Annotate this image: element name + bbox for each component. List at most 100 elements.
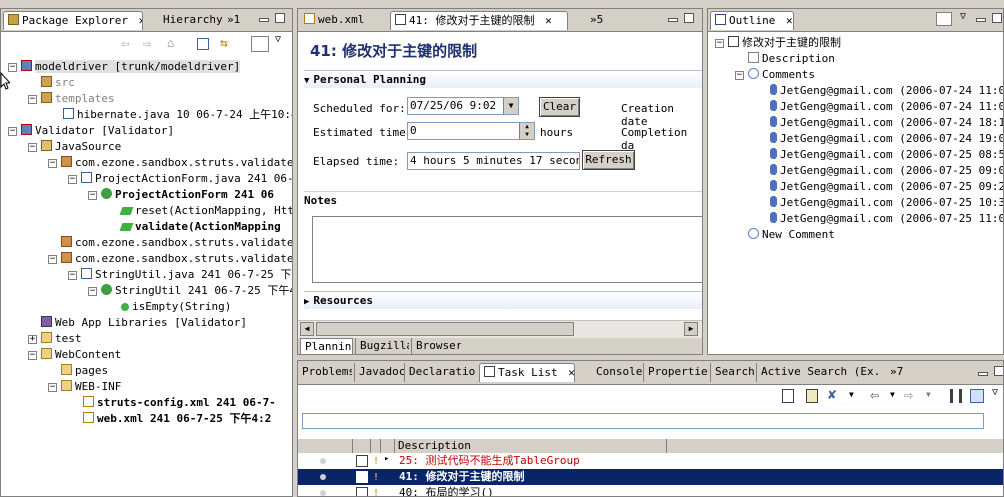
tree-item[interactable]: StringUtil 241 06-7-25 下午4 [101, 283, 292, 299]
comment-item[interactable]: JetGeng@gmail.com (2006-07-24 18:16) [770, 115, 1003, 131]
scroll-left-icon[interactable]: ◀ [300, 322, 314, 336]
tab-bugzilla[interactable]: Bugzilla [355, 338, 409, 354]
expand-toggle[interactable]: − [48, 159, 57, 168]
task-row[interactable]: ! ▸ 25: 测试代码不能生成TableGroup [298, 453, 1003, 469]
chevron-down-icon[interactable]: ▼ [503, 98, 518, 114]
tab-planning[interactable]: Planning [300, 338, 353, 354]
expand-toggle[interactable]: − [88, 287, 97, 296]
chevron-down-icon[interactable]: ▽ [960, 11, 966, 22]
view-menu-icon[interactable] [251, 36, 269, 52]
expand-toggle[interactable]: − [68, 175, 77, 184]
tab-problems[interactable]: Problems [298, 363, 352, 382]
task-row[interactable]: ! 40: 布局的学习() [298, 485, 1003, 496]
comment-item[interactable]: JetGeng@gmail.com (2006-07-25 11:05) [770, 211, 1003, 227]
minimize-icon[interactable] [978, 372, 988, 376]
tab-properties[interactable]: Properties [643, 363, 709, 382]
forward-arrow-icon[interactable]: ⇨ [143, 36, 151, 52]
outline-comments[interactable]: Comments [748, 67, 815, 83]
chevron-down-icon[interactable]: ▼ [849, 390, 854, 399]
tree-item[interactable]: WEB-INF [61, 379, 121, 395]
back-arrow-icon[interactable]: ⇦ [870, 386, 879, 404]
outline-description[interactable]: Description [748, 51, 835, 67]
tree-item[interactable]: ProjectActionForm 241 06 [101, 187, 274, 203]
spinner-icon[interactable]: ▲ ▼ [519, 123, 534, 139]
task-filter-input[interactable] [302, 413, 984, 429]
delete-icon[interactable]: ✘ [828, 387, 836, 403]
tree-item[interactable]: validate(ActionMapping [119, 219, 281, 235]
column-type[interactable] [352, 439, 371, 453]
outline-root[interactable]: 修改对于主键的限制 [728, 35, 841, 51]
tree-item[interactable]: com.ezone.sandbox.struts.validate [61, 155, 292, 171]
minimize-icon[interactable] [668, 18, 678, 22]
tree-item[interactable]: com.ezone.sandbox.struts.validate.a [61, 235, 292, 251]
maximize-icon[interactable] [684, 13, 694, 23]
tab-overflow[interactable]: »5 [586, 11, 608, 30]
outline-new-comment[interactable]: New Comment [748, 227, 835, 243]
horizontal-scrollbar[interactable]: ◀ ▶ [298, 320, 702, 338]
tab-javadoc[interactable]: Javadoc [354, 363, 404, 382]
scheduled-date-field[interactable]: 07/25/06 9:02 AM ▼ [407, 97, 519, 115]
expand-toggle[interactable]: + [28, 335, 37, 344]
expand-toggle[interactable]: − [8, 63, 17, 72]
forward-arrow-icon[interactable]: ⇨ [904, 386, 913, 404]
expand-toggle[interactable]: − [48, 383, 57, 392]
tree-item[interactable]: src [41, 75, 75, 91]
resources-header[interactable]: ▶ Resources [304, 291, 702, 309]
tree-item[interactable]: Validator [Validator] [21, 123, 174, 139]
maximize-icon[interactable] [275, 13, 285, 23]
scroll-thumb[interactable] [316, 322, 574, 336]
tree-item[interactable]: reset(ActionMapping, HttpS [119, 203, 292, 219]
close-icon[interactable]: ✕ [545, 14, 552, 27]
close-icon[interactable]: ✕ [786, 14, 793, 27]
column-description[interactable]: Description [398, 439, 667, 453]
tab-overflow[interactable]: »7 [886, 363, 910, 382]
expand-toggle[interactable]: − [735, 71, 744, 80]
expand-toggle[interactable]: − [68, 271, 77, 280]
tree-item[interactable]: web.xml 241 06-7-25 下午4:2 [83, 411, 271, 427]
tree-item[interactable]: pages [61, 363, 108, 379]
scroll-right-icon[interactable]: ▶ [684, 322, 698, 336]
tab-declaration[interactable]: Declaration [404, 363, 476, 382]
minimize-icon[interactable] [259, 18, 269, 22]
comment-item[interactable]: JetGeng@gmail.com (2006-07-25 09:02) [770, 163, 1003, 179]
tree-item[interactable]: StringUtil.java 241 06-7-25 下午 [81, 267, 292, 283]
tree-item[interactable]: struts-config.xml 241 06-7- [83, 395, 276, 411]
clear-button[interactable]: Clear [539, 97, 580, 117]
chevron-down-icon[interactable]: ▼ [926, 390, 931, 399]
comment-item[interactable]: JetGeng@gmail.com (2006-07-24 11:09) [770, 99, 1003, 115]
expand-toggle[interactable]: − [28, 351, 37, 360]
task-row-selected[interactable]: ! 41: 修改对于主键的限制 [298, 469, 1003, 485]
minimize-icon[interactable] [976, 18, 986, 22]
expand-toggle[interactable]: − [8, 127, 17, 136]
back-arrow-icon[interactable]: ⇦ [121, 36, 129, 52]
tab-task-list[interactable]: Task List ✕ [479, 363, 575, 382]
new-category-icon[interactable] [806, 389, 818, 403]
tab-search[interactable]: Search [710, 363, 756, 382]
estimated-time-field[interactable]: 0 ▲ ▼ [407, 122, 535, 140]
comment-item[interactable]: JetGeng@gmail.com (2006-07-24 19:05) [770, 131, 1003, 147]
expand-toggle[interactable]: − [48, 255, 57, 264]
comment-item[interactable]: JetGeng@gmail.com (2006-07-25 08:58) [770, 147, 1003, 163]
expand-toggle[interactable]: − [28, 143, 37, 152]
tree-item[interactable]: hibernate.java 10 06-7-24 上午10:4 [63, 107, 292, 123]
personal-planning-header[interactable]: ▼ Personal Planning [304, 70, 702, 88]
comment-item[interactable]: JetGeng@gmail.com (2006-07-25 09:20) [770, 179, 1003, 195]
tab-browser[interactable]: Browser [411, 338, 461, 354]
tab-web-xml[interactable]: web.xml [300, 11, 388, 30]
tree-item[interactable]: isEmpty(String) [121, 299, 231, 315]
chevron-down-icon[interactable]: ▼ [890, 390, 895, 399]
tab-console[interactable]: Console [592, 363, 642, 382]
maximize-icon[interactable] [994, 366, 1003, 376]
filter-icon[interactable] [970, 389, 984, 403]
columns-icon[interactable] [950, 389, 962, 403]
column-completed[interactable] [298, 439, 353, 453]
chevron-down-icon[interactable]: ▽ [992, 387, 998, 398]
refresh-button[interactable]: Refresh [582, 150, 635, 170]
tree-item[interactable]: ProjectActionForm.java 241 06-7 [81, 171, 292, 187]
tab-outline[interactable]: Outline ✕ [710, 11, 794, 30]
chevron-down-icon[interactable]: ▽ [275, 34, 281, 45]
tree-item[interactable]: test [41, 331, 82, 347]
notes-textarea[interactable] [312, 216, 702, 283]
tree-item[interactable]: JavaSource [41, 139, 121, 155]
tab-active-search[interactable]: Active Search (Ex... [756, 363, 882, 382]
